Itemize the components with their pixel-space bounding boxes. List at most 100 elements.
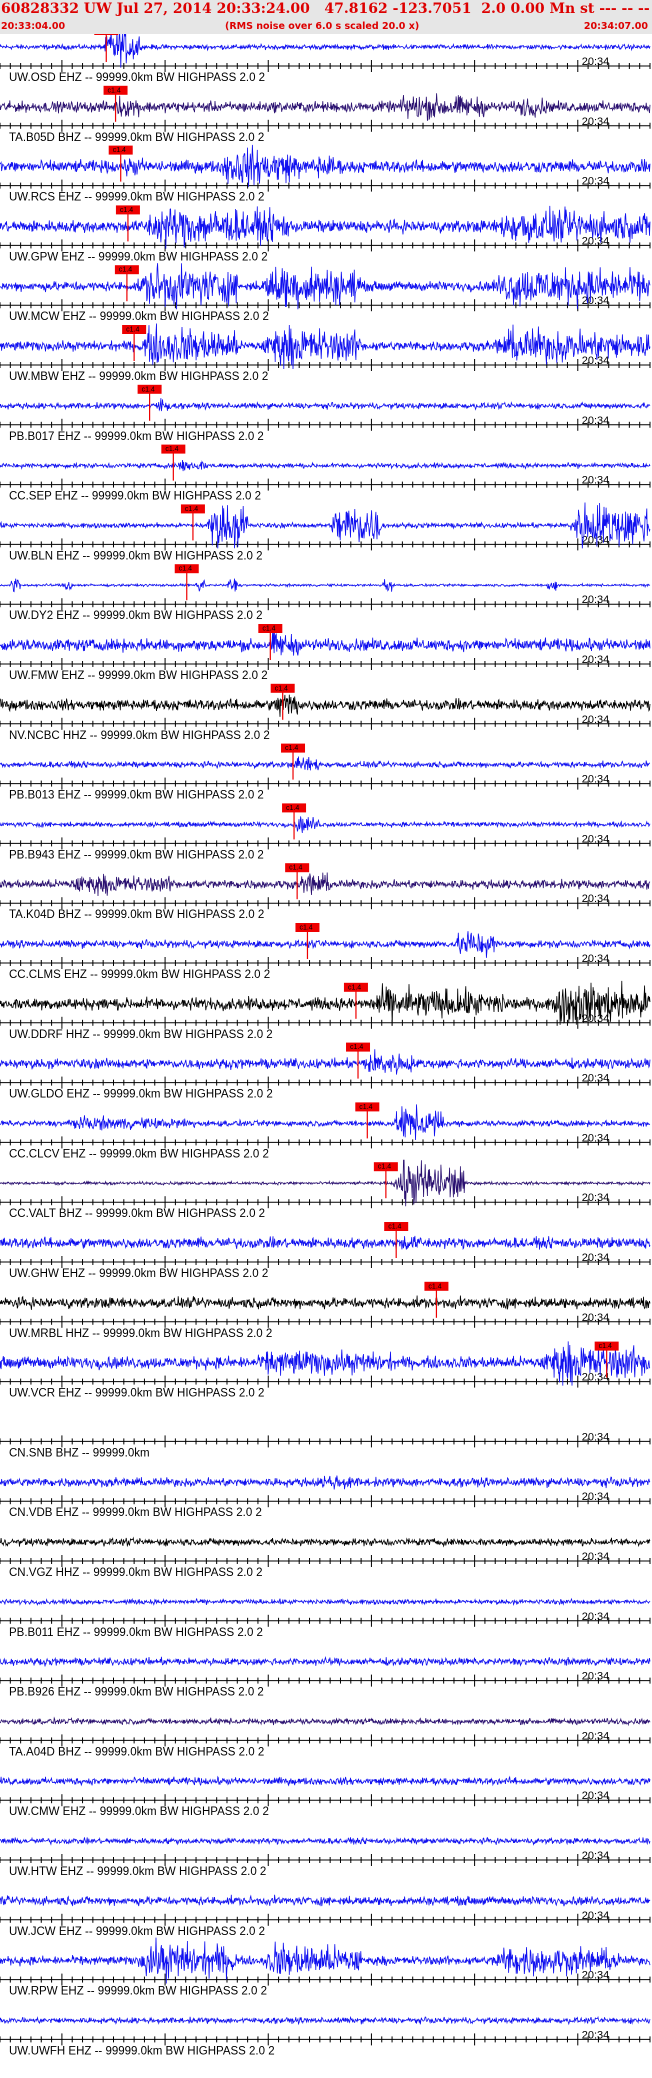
trace-21: 20:34 UW.GHW EHZ -- 99999.0km BW HIGHPASS… bbox=[0, 1222, 651, 1280]
trace-10: 20:34 UW.DY2 EHZ -- 99999.0km BW HIGHPASS… bbox=[0, 564, 651, 622]
minute-label: 20:34 bbox=[582, 833, 610, 845]
trace-2: 20:34 TA.B05D BHZ -- 99999.0km BW HIGHPAS… bbox=[0, 85, 651, 144]
station-label: TA.B05D BHZ -- 99999.0km BW HIGHPASS 2.0… bbox=[9, 132, 264, 144]
rms-note: (RMS noise over 6.0 s scaled 20.0 x) bbox=[225, 21, 420, 32]
trace-23: 20:34 UW.VCR EHZ -- 99999.0km BW HIGHPASS… bbox=[0, 1341, 651, 1400]
waveform bbox=[0, 2015, 651, 2026]
pick-label: c1.4 bbox=[165, 446, 178, 453]
minute-label: 20:34 bbox=[582, 893, 610, 905]
minute-label: 20:34 bbox=[582, 1192, 610, 1204]
trace-8: 20:34 CC.SEP EHZ -- 99999.0km BW HIGHPASS… bbox=[0, 444, 651, 503]
pick-label: c1.4 bbox=[289, 865, 302, 872]
waveform bbox=[0, 1235, 651, 1251]
pick-label: c1.4 bbox=[179, 566, 192, 573]
station-label: UW.GPW EHZ -- 99999.0km BW HIGHPASS 2.0 … bbox=[9, 251, 268, 263]
station-label: CC.CLCV EHZ -- 99999.0km BW HIGHPASS 2.0… bbox=[9, 1148, 269, 1160]
minute-label: 20:34 bbox=[582, 714, 610, 726]
waveform bbox=[0, 459, 651, 472]
pick-label: c1.4 bbox=[275, 685, 288, 692]
trace-6: 20:34 UW.MBW EHZ -- 99999.0km BW HIGHPASS… bbox=[0, 323, 651, 383]
waveform bbox=[0, 1295, 651, 1310]
trace-20: 20:34 CC.VALT BHZ -- 99999.0km BW HIGHPAS… bbox=[0, 1159, 651, 1220]
pick-label: c1.4 bbox=[388, 1224, 401, 1231]
trace-16: 20:34 CC.CLMS EHZ -- 99999.0km BW HIGHPAS… bbox=[0, 923, 651, 981]
pick-label: c1.4 bbox=[262, 626, 275, 633]
trace-30: 20:34 UW.CMW EHZ -- 99999.0km BW HIGHPASS… bbox=[0, 1775, 651, 1818]
trace-19: 20:34 CC.CLCV EHZ -- 99999.0km BW HIGHPAS… bbox=[0, 1102, 651, 1160]
minute-label: 20:34 bbox=[582, 1491, 610, 1503]
waveform bbox=[0, 694, 651, 717]
pick-label: c1.4 bbox=[350, 1044, 363, 1051]
trace-13: 20:34 PB.B013 EHZ -- 99999.0km BW HIGHPAS… bbox=[0, 743, 651, 802]
pick-label: c1.4 bbox=[428, 1283, 441, 1290]
minute-label: 20:34 bbox=[582, 235, 610, 247]
event-title: 60828332 UW Jul 27, 2014 20:33:24.00 47.… bbox=[1, 1, 652, 17]
waveform bbox=[0, 1937, 651, 1984]
minute-label: 20:34 bbox=[582, 415, 610, 427]
minute-label: 20:34 bbox=[582, 1431, 610, 1443]
station-label: UW.JCW EHZ -- 99999.0km BW HIGHPASS 2.0 … bbox=[9, 1926, 265, 1938]
minute-label: 20:34 bbox=[582, 1073, 610, 1085]
minute-label: 20:34 bbox=[582, 953, 610, 965]
waveform bbox=[0, 816, 651, 834]
minute-label: 20:34 bbox=[582, 1611, 610, 1623]
minute-label: 20:34 bbox=[582, 176, 610, 188]
trace-34: 20:34 UW.UWFH EHZ -- 99999.0km BW HIGHPAS… bbox=[0, 2015, 651, 2057]
trace-3: 20:34 UW.RCS EHZ -- 99999.0km BW HIGHPASS… bbox=[0, 144, 651, 204]
minute-label: 20:34 bbox=[582, 1252, 610, 1264]
waveform bbox=[0, 323, 651, 370]
end-time: 20:34:07.00 bbox=[583, 21, 648, 32]
minute-label: 20:34 bbox=[582, 116, 610, 128]
waveform bbox=[0, 1159, 651, 1207]
waveform bbox=[0, 1655, 651, 1667]
waveform bbox=[0, 263, 651, 310]
pick-label: c1.4 bbox=[126, 327, 139, 334]
station-label: PB.B013 EHZ -- 99999.0km BW HIGHPASS 2.0… bbox=[9, 790, 264, 802]
station-label: CC.CLMS EHZ -- 99999.0km BW HIGHPASS 2.0… bbox=[9, 969, 270, 981]
station-label: UW.FMW EHZ -- 99999.0km BW HIGHPASS 2.0 … bbox=[9, 670, 268, 682]
waveform bbox=[0, 1597, 651, 1606]
waveform bbox=[0, 1475, 651, 1490]
pick-label: c1.4 bbox=[599, 1343, 612, 1350]
station-label: UW.HTW EHZ -- 99999.0km BW HIGHPASS 2.0 … bbox=[9, 1866, 266, 1878]
station-label: UW.MBW EHZ -- 99999.0km BW HIGHPASS 2.0 … bbox=[9, 371, 268, 383]
minute-label: 20:34 bbox=[582, 594, 610, 606]
station-label: UW.MRBL HHZ -- 99999.0km BW HIGHPASS 2.0… bbox=[9, 1328, 272, 1340]
minute-label: 20:34 bbox=[582, 654, 610, 666]
start-time: 20:33:04.00 bbox=[1, 21, 66, 32]
trace-26: 20:34 CN.VGZ HHZ -- 99999.0km BW HIGHPASS… bbox=[0, 1536, 651, 1579]
waveform bbox=[0, 756, 651, 771]
trace-25: 20:34 CN.VDB EHZ -- 99999.0km BW HIGHPASS… bbox=[0, 1475, 651, 1519]
waveform bbox=[0, 1104, 651, 1141]
minute-label: 20:34 bbox=[582, 1910, 610, 1922]
station-label: CC.VALT BHZ -- 99999.0km BW HIGHPASS 2.0… bbox=[9, 1208, 265, 1220]
waveform bbox=[0, 578, 651, 593]
station-label: UW.MCW EHZ -- 99999.0km BW HIGHPASS 2.0 … bbox=[9, 311, 269, 323]
trace-14: 20:34 PB.B943 EHZ -- 99999.0km BW HIGHPAS… bbox=[0, 803, 651, 861]
waveform bbox=[0, 931, 651, 958]
station-label: UW.GHW EHZ -- 99999.0km BW HIGHPASS 2.0 … bbox=[9, 1268, 268, 1280]
trace-5: 20:34 UW.MCW EHZ -- 99999.0km BW HIGHPASS… bbox=[0, 263, 651, 323]
station-label: PB.B926 EHZ -- 99999.0km BW HIGHPASS 2.0… bbox=[9, 1687, 264, 1699]
station-label: UW.DY2 EHZ -- 99999.0km BW HIGHPASS 2.0 … bbox=[9, 610, 263, 622]
trace-28: 20:34 PB.B926 EHZ -- 99999.0km BW HIGHPAS… bbox=[0, 1655, 651, 1699]
station-label: PB.B017 EHZ -- 99999.0km BW HIGHPASS 2.0… bbox=[9, 431, 264, 443]
pick-label: c1.4 bbox=[359, 1104, 372, 1111]
waveform bbox=[0, 144, 651, 187]
station-label: UW.GLDO EHZ -- 99999.0km BW HIGHPASS 2.0… bbox=[9, 1089, 273, 1101]
minute-label: 20:34 bbox=[582, 2029, 610, 2041]
pick-label: c1.4 bbox=[348, 984, 361, 991]
station-label: UW.OSD EHZ -- 99999.0km BW HIGHPASS 2.0 … bbox=[9, 72, 265, 84]
minute-label: 20:34 bbox=[582, 1790, 610, 1802]
waveform bbox=[0, 631, 651, 656]
pick-label: c1.4 bbox=[119, 267, 132, 274]
station-label: UW.DDRF HHZ -- 99999.0km BW HIGHPASS 2.0… bbox=[9, 1029, 273, 1041]
minute-label: 20:34 bbox=[582, 774, 610, 786]
minute-label: 20:34 bbox=[582, 475, 610, 487]
station-label: UW.VCR EHZ -- 99999.0km BW HIGHPASS 2.0 … bbox=[9, 1388, 264, 1400]
trace-4: 20:34 UW.GPW EHZ -- 99999.0km BW HIGHPASS… bbox=[0, 205, 651, 263]
station-label: UW.RCS EHZ -- 99999.0km BW HIGHPASS 2.0 … bbox=[9, 192, 264, 204]
pick-label: c1.4 bbox=[113, 147, 126, 154]
station-label: NV.NCBC HHZ -- 99999.0km BW HIGHPASS 2.0… bbox=[9, 730, 270, 742]
waveform bbox=[0, 205, 651, 249]
